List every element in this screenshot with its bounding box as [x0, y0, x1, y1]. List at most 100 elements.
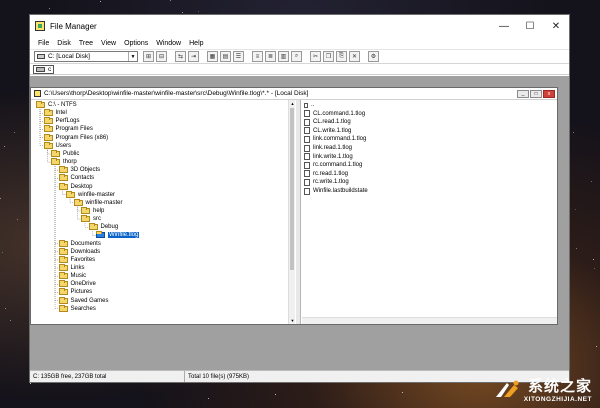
title-bar[interactable]: File Manager — ☐ ✕: [30, 15, 569, 37]
tree-node[interactable]: help: [81, 206, 104, 215]
tree-node[interactable]: Debug: [88, 223, 118, 231]
tree-node[interactable]: thorp: [51, 158, 77, 166]
sort-by-name-icon[interactable]: ≡: [252, 51, 263, 62]
file-list-item[interactable]: link.read.1.tlog: [304, 144, 352, 152]
delete-icon[interactable]: ✕: [349, 51, 360, 62]
disk-space-status: C: 135GB free, 237GB total: [30, 371, 185, 382]
star: [14, 132, 15, 133]
share-icon[interactable]: ⇆: [175, 51, 186, 62]
tree-node[interactable]: Searches: [58, 304, 96, 313]
tree-node[interactable]: C:\ - NTFS: [36, 101, 77, 109]
file-list-item[interactable]: rc.write.1.tlog: [304, 178, 349, 186]
scroll-down-icon[interactable]: ▼: [289, 317, 296, 324]
star: [17, 219, 18, 220]
stop-sharing-icon[interactable]: ⇥: [188, 51, 199, 62]
tree-node[interactable]: Desktop: [58, 182, 93, 191]
tree-node-label: 3D Objects: [70, 167, 101, 174]
tree-node[interactable]: PerfLogs: [43, 117, 80, 125]
menu-window[interactable]: Window: [152, 40, 185, 47]
tree-node-label: thorp: [63, 159, 77, 166]
file-list-item[interactable]: CL.command.1.tlog: [304, 110, 365, 118]
drive-letter: c: [48, 65, 52, 73]
tree-node[interactable]: Users: [43, 141, 72, 150]
tree-node[interactable]: Program Files (x86): [43, 133, 108, 142]
star: [198, 11, 199, 12]
drive-c-button[interactable]: c: [33, 64, 55, 74]
drive-dropdown[interactable]: C: [Local Disk] ▼: [34, 51, 138, 62]
tree-node-label: Favorites: [70, 256, 96, 263]
close-button[interactable]: ✕: [543, 15, 569, 37]
sort-by-type-icon[interactable]: ≣: [265, 51, 276, 62]
file-list-item[interactable]: CL.write.1.tlog: [304, 127, 351, 135]
disconnect-network-drive-icon[interactable]: ⊟: [156, 51, 167, 62]
file-icon: [304, 178, 310, 186]
paste-icon[interactable]: ⎘: [336, 51, 347, 62]
file-list-scrollbar[interactable]: [302, 317, 557, 324]
menu-help[interactable]: Help: [185, 40, 207, 47]
star: [594, 268, 595, 269]
tree-scroll-thumb[interactable]: [290, 108, 294, 270]
directory-window-title-bar[interactable]: C:\Users\thorp\Desktop\winfile-master\wi…: [31, 88, 557, 100]
minimize-button[interactable]: —: [491, 15, 517, 37]
tree-node[interactable]: Documents: [58, 239, 101, 248]
menu-disk[interactable]: Disk: [53, 40, 75, 47]
folder-icon: [58, 304, 68, 312]
large-icons-icon[interactable]: ▦: [207, 51, 218, 62]
menu-tree[interactable]: Tree: [75, 40, 97, 47]
file-list[interactable]: .. CL.command.1.tlog CL.read.1.tlog CL.writ…: [302, 100, 557, 324]
window-title: File Manager: [50, 21, 97, 31]
chevron-down-icon[interactable]: ▼: [128, 52, 137, 61]
sort-by-size-icon[interactable]: ▥: [278, 51, 289, 62]
file-list-item[interactable]: CL.read.1.tlog: [304, 118, 351, 126]
tree-node-label: Users: [55, 142, 72, 149]
tree-node[interactable]: Intel: [43, 109, 67, 117]
menu-view[interactable]: View: [97, 40, 120, 47]
cut-icon[interactable]: ✂: [310, 51, 321, 62]
tree-node[interactable]: Links: [58, 264, 85, 272]
folder-icon: [58, 288, 68, 296]
list-view-icon[interactable]: ☰: [233, 51, 244, 62]
file-list-item[interactable]: link.command.1.tlog: [304, 135, 366, 143]
tree-node[interactable]: Public: [51, 149, 79, 158]
child-close-button[interactable]: x: [543, 89, 555, 98]
tree-node[interactable]: Contacts: [58, 174, 94, 182]
maximize-button[interactable]: ☐: [517, 15, 543, 37]
pane-splitter[interactable]: [296, 100, 301, 324]
child-maximize-button[interactable]: □: [530, 89, 542, 98]
folder-icon: [73, 198, 83, 206]
file-list-item[interactable]: link.write.1.tlog: [304, 153, 353, 161]
tree-node[interactable]: Music: [58, 272, 86, 280]
star: [49, 8, 50, 9]
file-list-item[interactable]: Winfile.lastbuildstate: [304, 187, 368, 195]
scroll-up-icon[interactable]: ▲: [289, 100, 296, 107]
file-list-item[interactable]: ..: [304, 101, 314, 109]
tree-node[interactable]: Pictures: [58, 288, 93, 296]
directory-tree[interactable]: C:\ - NTFS Intel PerfLogs Program Files Prog…: [31, 100, 295, 324]
tree-node[interactable]: winfile-master: [73, 198, 123, 207]
tree-node[interactable]: winfile-master: [66, 190, 115, 199]
properties-icon[interactable]: ⚙: [368, 51, 379, 62]
menu-file[interactable]: File: [34, 40, 53, 47]
tree-scrollbar[interactable]: ▲ ▼: [288, 100, 295, 324]
menu-options[interactable]: Options: [120, 40, 152, 47]
tree-node[interactable]: Favorites: [58, 255, 96, 264]
file-icon: [304, 127, 310, 135]
tree-node-label: Saved Games: [70, 297, 109, 304]
file-list-item[interactable]: rc.read.1.tlog: [304, 170, 348, 178]
tree-node[interactable]: 3D Objects: [58, 166, 101, 174]
tree-node[interactable]: Program Files: [43, 125, 93, 133]
star: [402, 392, 403, 393]
tree-node[interactable]: src: [81, 215, 101, 223]
tree-node[interactable]: Saved Games: [58, 296, 109, 305]
tree-node[interactable]: Downloads: [58, 247, 100, 256]
file-name: ..: [311, 102, 315, 108]
child-minimize-button[interactable]: _: [517, 89, 529, 98]
file-list-item[interactable]: rc.command.1.tlog: [304, 161, 362, 169]
tree-node[interactable]: OneDrive: [58, 280, 96, 288]
tree-node-label: Pictures: [70, 289, 93, 296]
search-icon[interactable]: ⌕: [291, 51, 302, 62]
connect-network-drive-icon[interactable]: ⊞: [143, 51, 154, 62]
tree-node-selected[interactable]: Winfile.tlog: [96, 231, 140, 239]
copy-icon[interactable]: ❐: [323, 51, 334, 62]
small-icons-icon[interactable]: ▤: [220, 51, 231, 62]
